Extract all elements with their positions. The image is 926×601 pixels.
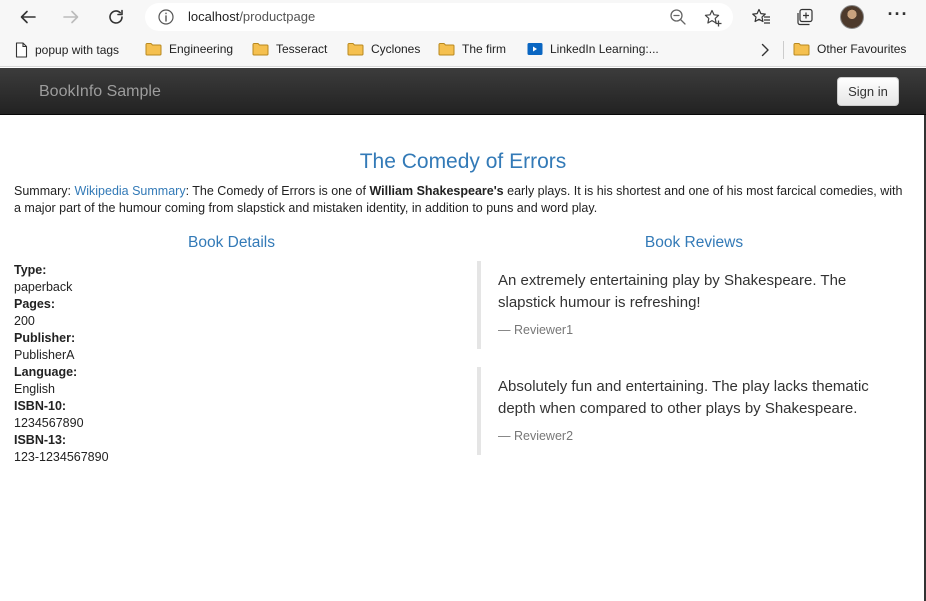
- bookmark-label: Tesseract: [276, 42, 328, 56]
- review-text: Absolutely fun and entertaining. The pla…: [498, 378, 869, 417]
- folder-icon: [347, 43, 364, 56]
- bookmark-engineering[interactable]: Engineering: [145, 42, 233, 56]
- detail-label-isbn10: ISBN-10:: [14, 399, 67, 413]
- book-details-list: Type: paperback Pages: 200 Publisher: Pu…: [14, 262, 109, 466]
- folder-icon: [252, 43, 269, 56]
- favourites-button[interactable]: [750, 6, 772, 28]
- detail-value-publisher: PublisherA: [14, 348, 75, 362]
- review-item: Absolutely fun and entertaining. The pla…: [477, 367, 907, 455]
- detail-label-isbn13: ISBN-13:: [14, 433, 67, 447]
- favourites-icon: [752, 8, 770, 24]
- detail-value-pages: 200: [14, 314, 35, 328]
- summary-author: William Shakespeare's: [369, 184, 504, 198]
- bookmark-label: popup with tags: [35, 43, 120, 57]
- arrow-left-icon: [20, 10, 36, 24]
- chevron-right-icon: [761, 43, 769, 57]
- browser-toolbar: localhost/productpage ···: [0, 0, 926, 34]
- book-details-heading: Book Details: [187, 234, 275, 251]
- detail-label-type: Type:: [14, 263, 47, 277]
- folder-icon: [438, 43, 455, 56]
- page-icon: [15, 42, 28, 58]
- sign-in-button[interactable]: Sign in: [837, 77, 899, 106]
- bookmark-cyclones[interactable]: Cyclones: [347, 42, 420, 56]
- address-bar[interactable]: localhost/productpage: [145, 3, 733, 31]
- bookmark-label: Engineering: [169, 42, 234, 56]
- url-path: /productpage: [239, 9, 316, 24]
- review-author: — Reviewer1: [498, 323, 574, 337]
- bookmarks-divider: [783, 41, 784, 59]
- url-text[interactable]: localhost/productpage: [188, 9, 315, 24]
- detail-value-isbn10: 1234567890: [14, 416, 84, 430]
- app-navbar: BookInfo Sample: [0, 68, 926, 115]
- bookmarks-overflow-button[interactable]: [760, 43, 777, 57]
- info-icon[interactable]: [157, 8, 175, 26]
- review-text: An extremely entertaining play by Shakes…: [498, 272, 847, 311]
- zoom-out-icon[interactable]: [669, 8, 687, 26]
- forward-button[interactable]: [58, 4, 84, 30]
- summary-text-start: : The Comedy of Errors is one of: [185, 184, 370, 198]
- summary-prefix: Summary:: [14, 184, 75, 198]
- bookmark-label: The firm: [462, 42, 507, 56]
- bookmark-tesseract[interactable]: Tesseract: [252, 42, 327, 56]
- collections-button[interactable]: [794, 6, 816, 28]
- bookmark-other-favourites[interactable]: Other Favourites: [793, 42, 906, 56]
- profile-avatar[interactable]: [840, 5, 864, 29]
- book-summary: Summary: Wikipedia Summary: The Comedy o…: [14, 183, 904, 217]
- bookmark-the-firm[interactable]: The firm: [438, 42, 506, 56]
- reload-button[interactable]: [103, 4, 129, 30]
- folder-icon: [145, 43, 162, 56]
- detail-label-language: Language:: [14, 365, 78, 379]
- add-favourite-icon[interactable]: [703, 8, 723, 28]
- linkedin-learning-icon: [527, 43, 543, 55]
- url-host: localhost: [188, 9, 240, 24]
- bookmark-label: LinkedIn Learning:...: [550, 42, 659, 56]
- detail-label-pages: Pages:: [14, 297, 55, 311]
- collections-icon: [797, 8, 813, 26]
- more-menu-button[interactable]: ···: [886, 4, 910, 28]
- folder-icon: [793, 43, 810, 56]
- bookmark-label: Other Favourites: [817, 42, 907, 56]
- bookmark-label: Cyclones: [371, 42, 421, 56]
- back-button[interactable]: [15, 4, 41, 30]
- detail-label-publisher: Publisher:: [14, 331, 76, 345]
- bookmark-linkedin-learning[interactable]: LinkedIn Learning:...: [527, 42, 659, 56]
- book-reviews-heading: Book Reviews: [644, 234, 744, 251]
- bookmark-popup-with-tags[interactable]: popup with tags: [15, 42, 119, 58]
- detail-value-isbn13: 123-1234567890: [14, 450, 109, 464]
- review-item: An extremely entertaining play by Shakes…: [477, 261, 907, 349]
- bookmarks-bar: popup with tags Engineering Tesseract Cy…: [0, 34, 926, 67]
- detail-value-type: paperback: [14, 280, 73, 294]
- book-title: The Comedy of Errors: [359, 150, 567, 173]
- arrow-right-icon: [63, 10, 79, 24]
- reload-icon: [109, 9, 123, 24]
- navbar-brand[interactable]: BookInfo Sample: [39, 83, 161, 101]
- detail-value-language: English: [14, 382, 55, 396]
- wikipedia-summary-link[interactable]: Wikipedia Summary: [74, 184, 185, 198]
- review-author: — Reviewer2: [498, 429, 574, 443]
